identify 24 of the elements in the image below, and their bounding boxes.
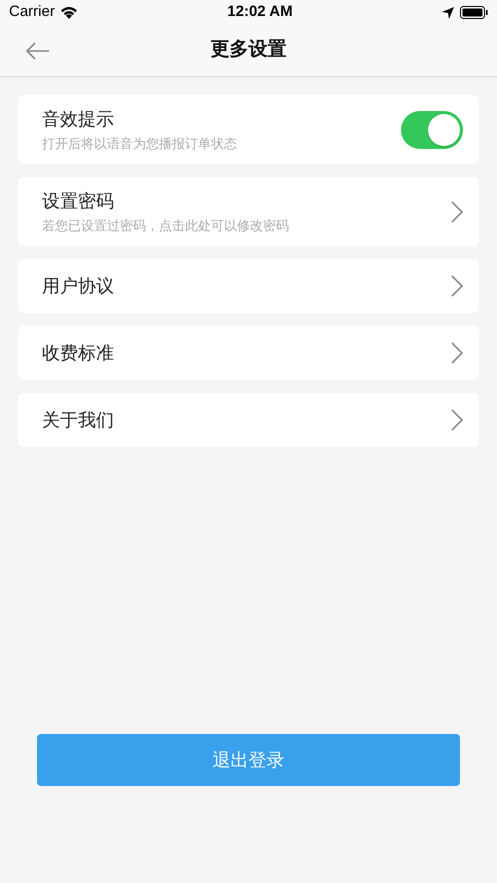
chevron-right-icon bbox=[451, 200, 463, 222]
row-title: 音效提示 bbox=[42, 108, 115, 130]
row-title: 用户协议 bbox=[42, 275, 114, 298]
settings-row[interactable]: 音效提示 打开后将以语音为您播报订单状态 bbox=[18, 95, 479, 164]
chevron-right-icon bbox=[451, 409, 463, 431]
row-subtitle: 打开后将以语音为您播报订单状态 bbox=[42, 134, 237, 152]
wifi-icon bbox=[60, 6, 78, 19]
settings-row[interactable]: 收费标准 bbox=[18, 326, 479, 380]
settings-row[interactable]: 设置密码 若您已设置过密码，点击此处可以修改密码 bbox=[18, 177, 479, 246]
settings-row[interactable]: 用户协议 bbox=[18, 259, 479, 313]
location-arrow-icon bbox=[442, 6, 454, 18]
row-title: 关于我们 bbox=[42, 409, 114, 432]
chevron-right-icon bbox=[451, 275, 463, 297]
battery-icon bbox=[460, 6, 488, 19]
row-subtitle: 若您已设置过密码，点击此处可以修改密码 bbox=[42, 216, 289, 234]
chevron-right-icon bbox=[451, 342, 463, 364]
toggle-switch[interactable] bbox=[401, 110, 463, 148]
row-title: 设置密码 bbox=[42, 190, 115, 212]
row-title: 收费标准 bbox=[42, 342, 114, 365]
back-arrow-icon bbox=[24, 42, 50, 60]
page-title: 更多设置 bbox=[210, 38, 286, 62]
settings-row[interactable]: 关于我们 bbox=[18, 393, 479, 447]
clock-time: 12:02 AM bbox=[227, 2, 293, 22]
carrier-label: Carrier bbox=[9, 2, 55, 22]
